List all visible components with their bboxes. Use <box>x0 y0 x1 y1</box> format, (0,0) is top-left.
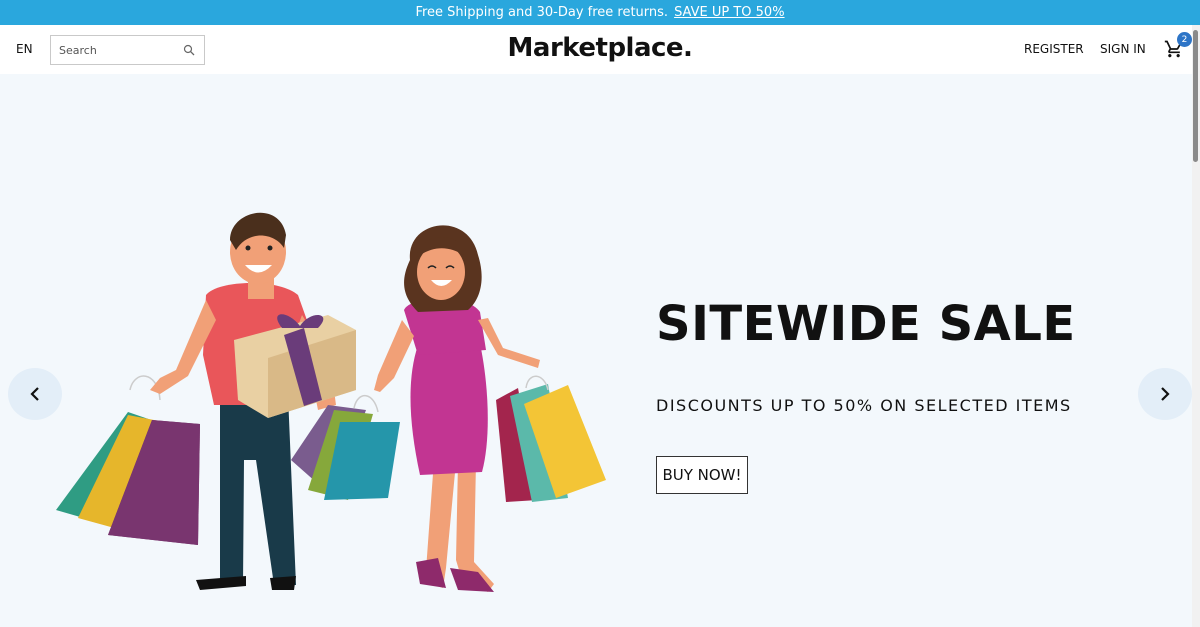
cart-count-badge: 2 <box>1177 32 1192 47</box>
sign-in-link[interactable]: SIGN IN <box>1100 42 1146 56</box>
promo-link[interactable]: SAVE UP TO 50% <box>674 5 784 20</box>
hero-headline: SITEWIDE SALE <box>656 296 1076 352</box>
site-header: EN Marketplace. REGISTER SIGN IN 2 <box>0 25 1200 74</box>
hero-subline: DISCOUNTS UP TO 50% ON SELECTED ITEMS <box>656 396 1072 415</box>
carousel-next-button[interactable] <box>1138 368 1192 420</box>
middle-bags <box>291 395 400 500</box>
buy-now-button[interactable]: BUY NOW! <box>656 456 748 494</box>
register-link[interactable]: REGISTER <box>1024 42 1084 56</box>
promo-text: Free Shipping and 30-Day free returns. <box>415 5 669 20</box>
man-left-bags <box>56 375 200 545</box>
site-logo[interactable]: Marketplace. <box>0 33 1200 63</box>
scrollbar-thumb[interactable] <box>1193 30 1198 162</box>
chevron-right-icon <box>1161 387 1170 401</box>
carousel-prev-button[interactable] <box>8 368 62 420</box>
chevron-left-icon <box>30 387 39 401</box>
promo-bar: Free Shipping and 30-Day free returns. S… <box>0 0 1200 25</box>
right-bags <box>496 375 606 502</box>
shoppers-illustration <box>56 212 606 592</box>
